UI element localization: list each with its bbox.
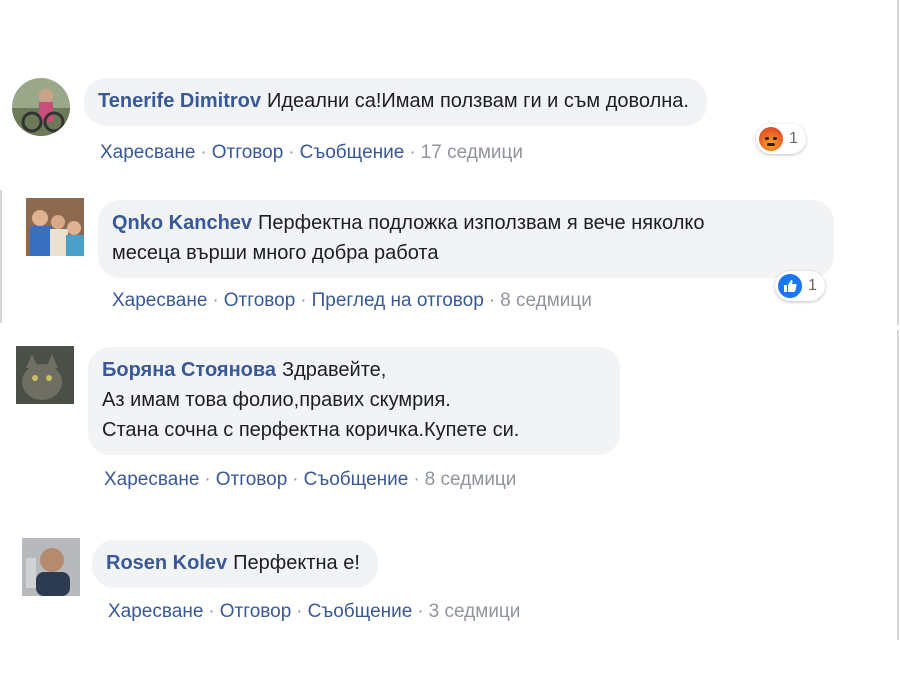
- comment-author[interactable]: Rosen Kolev: [106, 552, 227, 574]
- comment-author[interactable]: Боряна Стоянова: [102, 359, 276, 381]
- reply-link[interactable]: Отговор: [212, 142, 284, 163]
- message-link[interactable]: Съобщение: [300, 142, 405, 163]
- comment-text: Перфектна подложка използвам я вече няко…: [258, 212, 705, 234]
- reply-link[interactable]: Отговор: [220, 601, 292, 622]
- timestamp[interactable]: 17 седмици: [421, 142, 523, 163]
- comment-line: Tenerife Dimitrov Идеални са!Имам ползвам…: [98, 86, 689, 116]
- comment-text: месеца върши много добра работа: [112, 242, 439, 264]
- reply-link[interactable]: Отговор: [216, 469, 288, 490]
- comment-actions: Харесване · Отговор · Съобщение · 8 седмици: [104, 469, 516, 491]
- comment-line: Rosen Kolev Перфектна е!: [106, 548, 360, 578]
- comment-actions: Харесване · Отговор · Съобщение · 17 седмици: [100, 142, 523, 164]
- comment-actions: Харесване · Отговор · Преглед на отговор · 8 с…: [112, 290, 592, 312]
- separator: ·: [413, 469, 420, 490]
- separator: ·: [288, 142, 295, 163]
- like-link[interactable]: Харесване: [112, 290, 207, 311]
- comment-text: Перфектна е!: [233, 552, 360, 574]
- like-link[interactable]: Харесване: [108, 601, 203, 622]
- comment-line: Боряна Стоянова Здравейте,: [102, 355, 602, 385]
- thread-line: [897, 330, 899, 640]
- like-link[interactable]: Харесване: [104, 469, 199, 490]
- view-reply-link[interactable]: Преглед на отговор: [312, 290, 484, 311]
- reaction-count: 1: [808, 277, 817, 294]
- thread-line: [897, 0, 899, 325]
- reaction-badge[interactable]: 1: [756, 124, 806, 154]
- separator: ·: [292, 469, 299, 490]
- timestamp[interactable]: 8 седмици: [500, 290, 592, 311]
- angry-reaction-icon: [759, 127, 783, 151]
- comment-text: Стана сочна с перфектна коричка.Купете с…: [102, 419, 520, 441]
- reaction-badge[interactable]: 1: [775, 271, 825, 301]
- comment-author[interactable]: Tenerife Dimitrov: [98, 90, 261, 112]
- comment-text: Аз имам това фолио,правих скумрия.: [102, 389, 451, 411]
- comment-text: Идеални са!Имам ползвам ги и съм доволна…: [267, 90, 689, 112]
- separator: ·: [296, 601, 303, 622]
- comment-bubble: Боряна Стоянова Здравейте, Аз имам това ф…: [88, 347, 620, 455]
- avatar[interactable]: [26, 198, 84, 256]
- timestamp[interactable]: 8 седмици: [425, 469, 517, 490]
- like-link[interactable]: Харесване: [100, 142, 195, 163]
- avatar[interactable]: [22, 538, 80, 596]
- comment-bubble: Rosen Kolev Перфектна е!: [92, 540, 378, 588]
- avatar[interactable]: [12, 78, 70, 136]
- comment-text: Здравейте,: [282, 359, 387, 381]
- timestamp[interactable]: 3 седмици: [429, 601, 521, 622]
- message-link[interactable]: Съобщение: [308, 601, 413, 622]
- separator: ·: [409, 142, 416, 163]
- comment-bubble: Qnko Kanchev Перфектна подложка използвам…: [98, 200, 834, 278]
- separator: ·: [208, 601, 215, 622]
- reply-link[interactable]: Отговор: [224, 290, 296, 311]
- message-link[interactable]: Съобщение: [304, 469, 409, 490]
- separator: ·: [212, 290, 219, 311]
- separator: ·: [488, 290, 496, 311]
- separator: ·: [300, 290, 307, 311]
- reaction-count: 1: [789, 130, 798, 147]
- comment-bubble: Tenerife Dimitrov Идеални са!Имам ползвам…: [84, 78, 707, 126]
- avatar[interactable]: [16, 346, 74, 404]
- comment-line: Qnko Kanchev Перфектна подложка използвам…: [112, 208, 816, 238]
- separator: ·: [204, 469, 211, 490]
- separator: ·: [417, 601, 424, 622]
- comment-actions: Харесване · Отговор · Съобщение · 3 седмици: [108, 601, 520, 623]
- thread-line: [0, 190, 2, 323]
- separator: ·: [200, 142, 207, 163]
- like-reaction-icon: [778, 274, 802, 298]
- comment-author[interactable]: Qnko Kanchev: [112, 212, 252, 234]
